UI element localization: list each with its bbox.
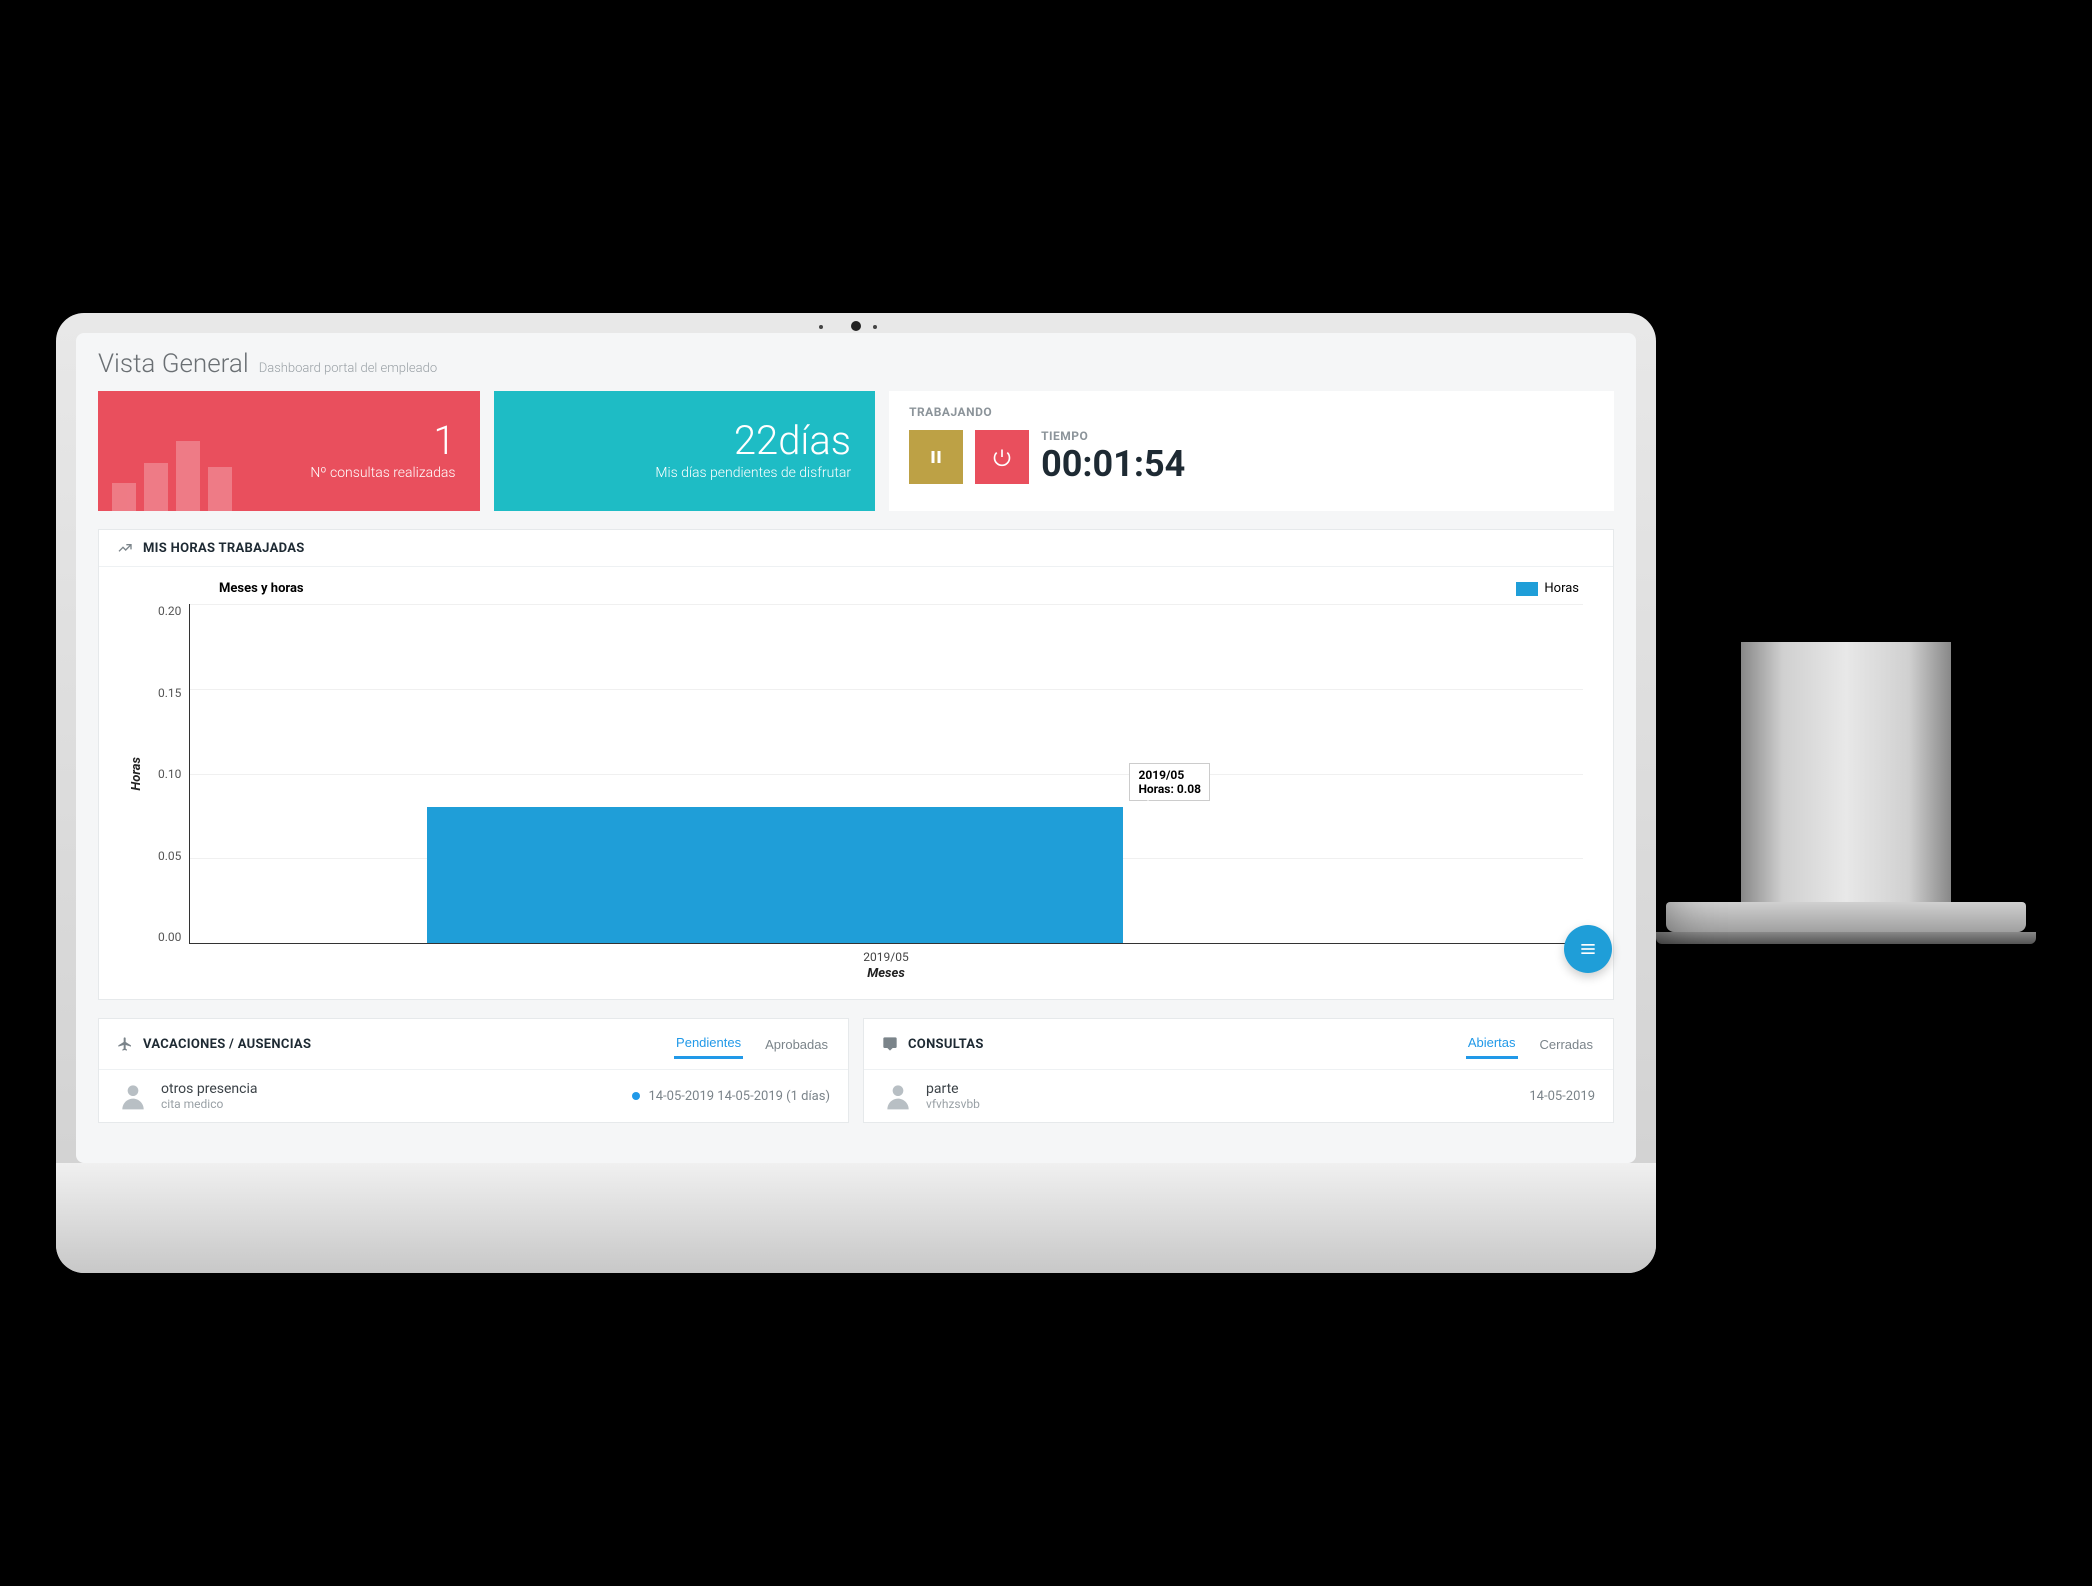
consultas-tabs: Abiertas Cerradas [1466,1029,1595,1059]
avatar-icon [882,1080,914,1112]
chart-title: Meses y horas [219,581,1583,596]
avatar-icon [117,1080,149,1112]
page-subtitle: Dashboard portal del empleado [259,361,437,376]
timer-value: 00:01:54 [1041,443,1185,485]
consultas-value: 1 [433,421,455,461]
tab-cerradas[interactable]: Cerradas [1538,1029,1595,1059]
chart-body: Meses y horas Horas Horas 0.20 0.15 0.10… [99,567,1613,999]
timer-body: TIEMPO 00:01:54 [909,429,1594,485]
page-header: Vista General Dashboard portal del emple… [98,349,1614,379]
item-secondary: vfvhzsvbb [926,1097,980,1111]
vacaciones-title: VACACIONES / AUSENCIAS [143,1037,311,1052]
plane-icon [117,1036,133,1052]
tab-pendientes[interactable]: Pendientes [674,1029,743,1059]
consultas-card[interactable]: 1 Nº consultas realizadas [98,391,480,511]
item-primary: otros presencia [161,1081,257,1097]
x-axis-ticks: 2019/05 [189,950,1583,964]
consultas-panel: CONSULTAS Abiertas Cerradas parte vfvhzs… [863,1018,1614,1123]
line-chart-icon [117,540,133,556]
status-dot-icon [632,1092,640,1100]
x-axis-label: Meses [189,966,1583,981]
monitor-frame: Vista General Dashboard portal del emple… [56,313,1656,1273]
hours-chart-panel: MIS HORAS TRABAJADAS Meses y horas Horas… [98,529,1614,1000]
tooltip-category: 2019/05 [1138,768,1201,782]
item-primary: parte [926,1081,980,1097]
x-tick: 2019/05 [863,950,908,964]
menu-icon [1578,939,1598,959]
chart-legend: Horas [1516,581,1579,596]
y-tick: 0.20 [158,604,181,618]
chart-tooltip: 2019/05 Horas: 0.08 [1129,763,1210,801]
y-tick: 0.05 [158,849,181,863]
tab-aprobadas[interactable]: Aprobadas [763,1029,830,1059]
monitor-chin [56,1163,1656,1273]
pause-button[interactable] [909,430,963,484]
dias-label: Mis días pendientes de disfrutar [655,465,851,481]
fab-menu-button[interactable] [1564,925,1612,973]
item-meta: 14-05-2019 [1529,1089,1595,1104]
consultas-label: Nº consultas realizadas [310,465,455,481]
consultas-title: CONSULTAS [908,1037,984,1052]
item-text: parte vfvhzsvbb [926,1081,980,1111]
item-secondary: cita medico [161,1097,257,1111]
item-text: otros presencia cita medico [161,1081,257,1111]
list-item[interactable]: otros presencia cita medico 14-05-2019 1… [99,1070,848,1122]
y-axis-ticks: 0.20 0.15 0.10 0.05 0.00 [150,604,189,944]
list-item[interactable]: parte vfvhzsvbb 14-05-2019 [864,1070,1613,1122]
monitor-stand [1656,642,2036,944]
tab-abiertas[interactable]: Abiertas [1466,1029,1518,1059]
legend-label: Horas [1544,581,1579,596]
summary-cards-row: 1 Nº consultas realizadas 22días Mis día… [98,391,1614,511]
item-dates: 14-05-2019 14-05-2019 (1 días) [648,1089,830,1104]
power-icon [992,447,1012,467]
stop-button[interactable] [975,430,1029,484]
dias-card[interactable]: 22días Mis días pendientes de disfrutar [494,391,876,511]
tooltip-series-row: Horas: 0.08 [1138,782,1201,796]
y-axis-label: Horas [129,757,144,791]
chart-panel-header: MIS HORAS TRABAJADAS [99,530,1613,567]
vacaciones-header: VACACIONES / AUSENCIAS Pendientes Aproba… [99,1019,848,1070]
timer-label: TIEMPO [1041,429,1185,443]
y-tick: 0.00 [158,930,181,944]
vacaciones-panel: VACACIONES / AUSENCIAS Pendientes Aproba… [98,1018,849,1123]
chart-panel-title: MIS HORAS TRABAJADAS [143,541,305,556]
timer-meta: TIEMPO 00:01:54 [1041,429,1185,485]
page-title: Vista General [98,349,249,379]
pause-icon [927,448,945,466]
bar-decoration-icon [112,441,232,511]
dias-value: 22días [734,421,851,461]
chart-plot[interactable]: 2019/05 Horas: 0.08 [189,604,1583,944]
timer-status: TRABAJANDO [909,405,1594,419]
consultas-header: CONSULTAS Abiertas Cerradas [864,1019,1613,1070]
dashboard-app: Vista General Dashboard portal del emple… [76,333,1636,1163]
chart-bar[interactable] [427,807,1123,943]
timer-card: TRABAJANDO TIEMPO 00:01:54 [889,391,1614,511]
y-tick: 0.10 [158,767,181,781]
item-date: 14-05-2019 [1529,1089,1595,1104]
y-tick: 0.15 [158,686,181,700]
legend-swatch [1516,582,1538,596]
screen: Vista General Dashboard portal del emple… [76,333,1636,1163]
chat-icon [882,1036,898,1052]
vacaciones-tabs: Pendientes Aprobadas [674,1029,830,1059]
item-meta: 14-05-2019 14-05-2019 (1 días) [632,1089,830,1104]
chart-area: Horas 0.20 0.15 0.10 0.05 0.00 [129,604,1583,944]
bottom-panels-row: VACACIONES / AUSENCIAS Pendientes Aproba… [98,1018,1614,1123]
camera-dot [851,321,861,331]
